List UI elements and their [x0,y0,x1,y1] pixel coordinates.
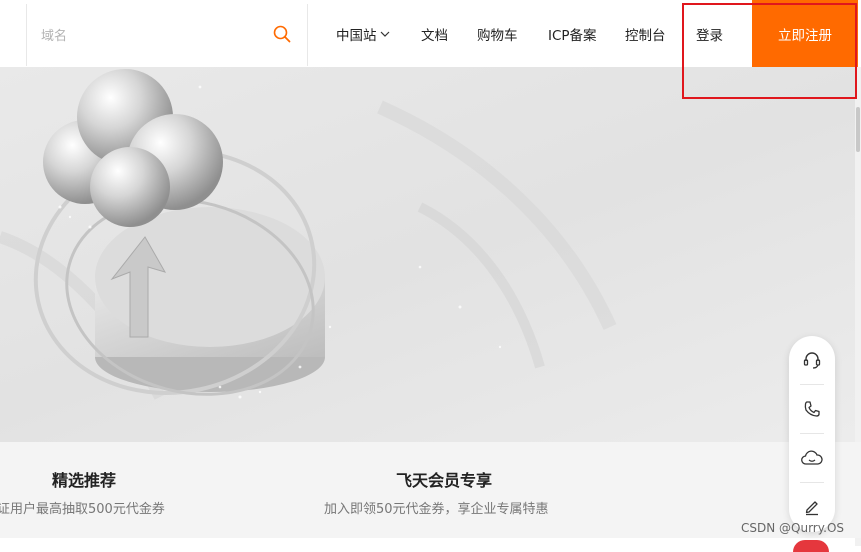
scrollbar-thumb[interactable] [856,107,860,152]
promo-subtitle-featured: 认证用户最高抽取500元代金券 [0,502,165,517]
register-button[interactable]: 立即注册 [752,0,858,67]
cloud-icon[interactable] [789,434,835,482]
nav-console-label: 控制台 [625,27,666,44]
promo-title-featured[interactable]: 精选推荐 [52,467,116,491]
headset-icon[interactable] [789,336,835,384]
hero-illustration [0,69,617,400]
floating-badge[interactable] [793,540,829,552]
domain-search-input[interactable] [39,23,263,49]
nav-icp-label: ICP备案 [548,27,597,44]
chevron-down-icon [380,26,390,42]
nav-console[interactable]: 控制台 [625,0,666,67]
hero-banner [0,67,861,442]
nav-cart-label: 购物车 [477,27,518,44]
promo-strip: 精选推荐 认证用户最高抽取500元代金券 飞天会员专享 加入即领50元代金券，享… [0,442,861,538]
register-label: 立即注册 [778,27,832,44]
nav-cart[interactable]: 购物车 [477,0,518,67]
floating-tool-panel [789,336,835,532]
top-navigation-bar: 中国站 文档 购物车 ICP备案 控制台 登录 立即注册 [0,0,861,68]
nav-region-selector[interactable]: 中国站 [336,0,390,67]
login-label: 登录 [696,27,723,44]
phone-icon[interactable] [789,385,835,433]
search-box [27,4,308,66]
watermark: CSDN @Qurry.OS [741,521,845,535]
nav-docs-label: 文档 [421,27,448,44]
login-link[interactable]: 登录 [696,0,723,67]
search-icon[interactable] [272,24,292,44]
promo-title-membership[interactable]: 飞天会员专享 [396,467,492,491]
nav-icp-filing[interactable]: ICP备案 [548,0,597,67]
left-nav-stub [0,4,27,66]
nav-region-label: 中国站 [336,27,377,44]
nav-docs[interactable]: 文档 [421,0,448,67]
promo-subtitle-membership: 加入即领50元代金券，享企业专属特惠 [324,502,549,517]
